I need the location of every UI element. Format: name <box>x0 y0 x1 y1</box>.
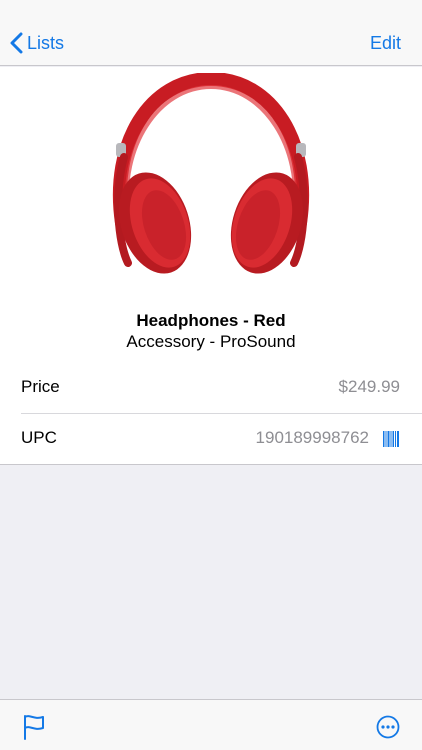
upc-value: 190189998762 <box>255 428 369 447</box>
navigation-bar: Lists Edit <box>0 0 422 66</box>
upc-label: UPC <box>21 428 57 447</box>
back-button-label: Lists <box>27 32 65 53</box>
bottom-toolbar <box>0 699 422 750</box>
edit-button[interactable]: Edit <box>370 33 401 54</box>
price-row: Price $249.99 <box>0 363 422 414</box>
flag-icon[interactable] <box>22 714 46 740</box>
product-subtitle: Accessory - ProSound <box>126 332 296 351</box>
back-button[interactable]: Lists <box>10 28 64 58</box>
product-name: Headphones - Red <box>136 311 286 330</box>
barcode-icon[interactable] <box>382 430 400 448</box>
price-label: Price <box>21 377 60 396</box>
more-icon[interactable] <box>376 715 400 739</box>
price-value: $249.99 <box>338 377 400 396</box>
chevron-left-icon <box>10 32 23 54</box>
item-detail-screen: Lists Edit Headphones - Red Accessory - … <box>0 0 422 750</box>
headphones-image <box>112 73 310 274</box>
item-detail-card: Headphones - Red Accessory - ProSound Pr… <box>0 67 422 465</box>
upc-row: UPC 190189998762 <box>0 414 422 465</box>
